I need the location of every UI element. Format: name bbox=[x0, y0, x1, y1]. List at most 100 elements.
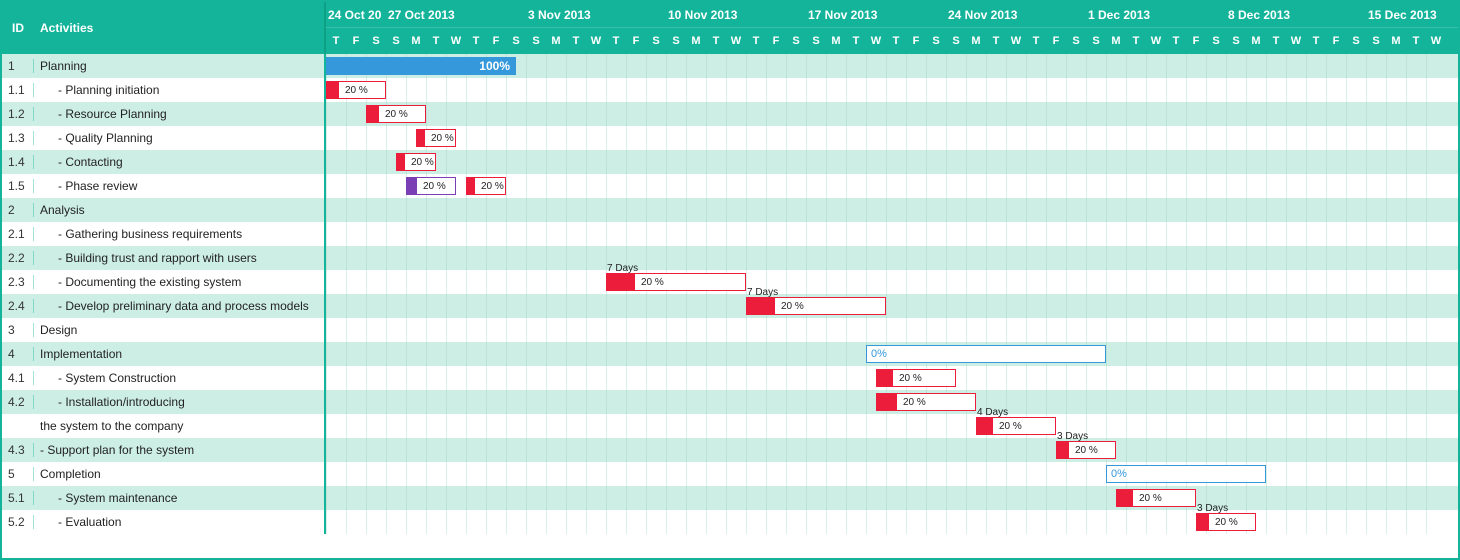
gantt-bar[interactable]: 20 %7 Days bbox=[746, 297, 886, 315]
timeline-day-letter: T bbox=[1306, 28, 1326, 54]
row-id: 2.4 bbox=[2, 299, 34, 313]
gantt-bar[interactable]: 20 % bbox=[416, 129, 456, 147]
row-left: 2.3- Documenting the existing system bbox=[2, 270, 326, 294]
timeline-dates-row: 24 Oct 2027 Oct 20133 Nov 201310 Nov 201… bbox=[326, 2, 1458, 28]
gantt-bar[interactable]: 100% bbox=[326, 57, 516, 75]
gantt-row[interactable]: 2Analysis bbox=[2, 198, 1458, 222]
gantt-bar[interactable]: 20 % bbox=[326, 81, 386, 99]
timeline-day-letter: M bbox=[966, 28, 986, 54]
gantt-row[interactable]: 1.2- Resource Planning20 % bbox=[2, 102, 1458, 126]
row-activity: - Contacting bbox=[34, 155, 324, 169]
bar-progress bbox=[327, 82, 339, 98]
timeline-day-letter: W bbox=[586, 28, 606, 54]
gantt-bar[interactable]: 20 % bbox=[406, 177, 456, 195]
row-timeline: 20 % bbox=[326, 78, 1458, 102]
timeline-day-letter: T bbox=[1026, 28, 1046, 54]
row-id: 1.4 bbox=[2, 155, 34, 169]
gantt-bar[interactable]: 20 % bbox=[876, 369, 956, 387]
row-timeline: 20 % bbox=[326, 390, 1458, 414]
row-activity: - System Construction bbox=[34, 371, 324, 385]
timeline-day-letter: F bbox=[1046, 28, 1066, 54]
row-left: 5.1- System maintenance bbox=[2, 486, 326, 510]
gantt-bar[interactable]: 20 %7 Days bbox=[606, 273, 746, 291]
bar-percent-label: 20 % bbox=[419, 178, 446, 194]
gantt-row[interactable]: 1.1- Planning initiation20 % bbox=[2, 78, 1458, 102]
bar-percent-label: 20 % bbox=[895, 370, 922, 386]
gantt-row[interactable]: 5Completion 0% bbox=[2, 462, 1458, 486]
bar-progress bbox=[607, 274, 635, 290]
gantt-row[interactable]: 2.2- Building trust and rapport with use… bbox=[2, 246, 1458, 270]
timeline-date-label: 15 Dec 2013 bbox=[1366, 2, 1439, 28]
timeline-day-letter: T bbox=[746, 28, 766, 54]
timeline-day-letter: M bbox=[1246, 28, 1266, 54]
row-activity: - Documenting the existing system bbox=[34, 275, 324, 289]
gantt-row[interactable]: 2.1- Gathering business requirements bbox=[2, 222, 1458, 246]
timeline-day-letter: T bbox=[426, 28, 446, 54]
timeline-day-letter: M bbox=[546, 28, 566, 54]
gantt-row[interactable]: 1.3- Quality Planning20 % bbox=[2, 126, 1458, 150]
bar-progress bbox=[977, 418, 993, 434]
timeline-day-letter: S bbox=[1066, 28, 1086, 54]
gantt-bar[interactable]: 20 % bbox=[366, 105, 426, 123]
row-left: 5Completion bbox=[2, 462, 326, 486]
row-timeline bbox=[326, 198, 1458, 222]
gantt-bar[interactable]: 0% bbox=[1106, 465, 1266, 483]
gantt-row[interactable]: 3Design bbox=[2, 318, 1458, 342]
row-timeline: 20 %7 Days bbox=[326, 294, 1458, 318]
row-id: 2.2 bbox=[2, 251, 34, 265]
row-id: 2 bbox=[2, 203, 34, 217]
row-left: 1.4- Contacting bbox=[2, 150, 326, 174]
timeline-day-letter: F bbox=[1326, 28, 1346, 54]
gantt-bar[interactable]: 20 %3 Days bbox=[1196, 513, 1256, 531]
bar-percent-label: 20 % bbox=[477, 178, 504, 194]
gantt-header: ID Activities 24 Oct 2027 Oct 20133 Nov … bbox=[2, 2, 1458, 54]
timeline-day-letter: W bbox=[1426, 28, 1446, 54]
row-id: 5.1 bbox=[2, 491, 34, 505]
gantt-row[interactable]: 1.5- Phase review20 %20 % bbox=[2, 174, 1458, 198]
gantt-row[interactable]: the system to the company20 %4 Days bbox=[2, 414, 1458, 438]
gantt-bar[interactable]: 20 % bbox=[466, 177, 506, 195]
gantt-row[interactable]: 4.2- Installation/introducing20 % bbox=[2, 390, 1458, 414]
gantt-row[interactable]: 4.1- System Construction20 % bbox=[2, 366, 1458, 390]
row-id: 2.1 bbox=[2, 227, 34, 241]
gantt-bar[interactable]: 20 % bbox=[396, 153, 436, 171]
row-timeline: 20 %3 Days bbox=[326, 510, 1458, 534]
gantt-row[interactable]: 1Planning100% bbox=[2, 54, 1458, 78]
timeline-day-letter: F bbox=[1186, 28, 1206, 54]
timeline-day-letter: M bbox=[406, 28, 426, 54]
gantt-row[interactable]: 2.4- Develop preliminary data and proces… bbox=[2, 294, 1458, 318]
gantt-bar[interactable]: 0% bbox=[866, 345, 1106, 363]
col-header-activities: Activities bbox=[34, 21, 324, 35]
timeline-days-row: TFSSMTWTFSSMTWTFSSMTWTFSSMTWTFSSMTWTFSSM… bbox=[326, 28, 1458, 54]
timeline-day-letter: S bbox=[1226, 28, 1246, 54]
gantt-bar[interactable]: 20 %3 Days bbox=[1056, 441, 1116, 459]
gantt-body: 1Planning100%1.1- Planning initiation20 … bbox=[2, 54, 1458, 534]
timeline-day-letter: T bbox=[466, 28, 486, 54]
timeline-day-letter: F bbox=[346, 28, 366, 54]
gantt-bar[interactable]: 20 %4 Days bbox=[976, 417, 1056, 435]
bar-progress bbox=[1197, 514, 1209, 530]
timeline-date-label: 10 Nov 2013 bbox=[666, 2, 739, 28]
gantt-row[interactable]: 5.2- Evaluation20 %3 Days bbox=[2, 510, 1458, 534]
row-id: 5 bbox=[2, 467, 34, 481]
gantt-row[interactable]: 4.3- Support plan for the system20 %3 Da… bbox=[2, 438, 1458, 462]
row-left: 1.1- Planning initiation bbox=[2, 78, 326, 102]
timeline-date-label: 24 Nov 2013 bbox=[946, 2, 1019, 28]
row-activity: Planning bbox=[34, 59, 324, 73]
row-left: 3Design bbox=[2, 318, 326, 342]
row-left: 2Analysis bbox=[2, 198, 326, 222]
gantt-bar[interactable]: 20 % bbox=[1116, 489, 1196, 507]
gantt-row[interactable]: 2.3- Documenting the existing system 20 %… bbox=[2, 270, 1458, 294]
timeline-day-letter: W bbox=[866, 28, 886, 54]
row-id: 1.2 bbox=[2, 107, 34, 121]
row-timeline bbox=[326, 246, 1458, 270]
gantt-row[interactable]: 1.4- Contacting 20 % bbox=[2, 150, 1458, 174]
timeline-date-label: 3 Nov 2013 bbox=[526, 2, 593, 28]
gantt-bar[interactable]: 20 % bbox=[876, 393, 976, 411]
timeline-date-label: 27 Oct 2013 bbox=[386, 2, 457, 28]
gantt-row[interactable]: 5.1- System maintenance 20 % bbox=[2, 486, 1458, 510]
row-timeline: 20 %4 Days bbox=[326, 414, 1458, 438]
gantt-row[interactable]: 4Implementation0% bbox=[2, 342, 1458, 366]
row-timeline: 20 % 20 % bbox=[326, 174, 1458, 198]
timeline-day-letter: S bbox=[806, 28, 826, 54]
